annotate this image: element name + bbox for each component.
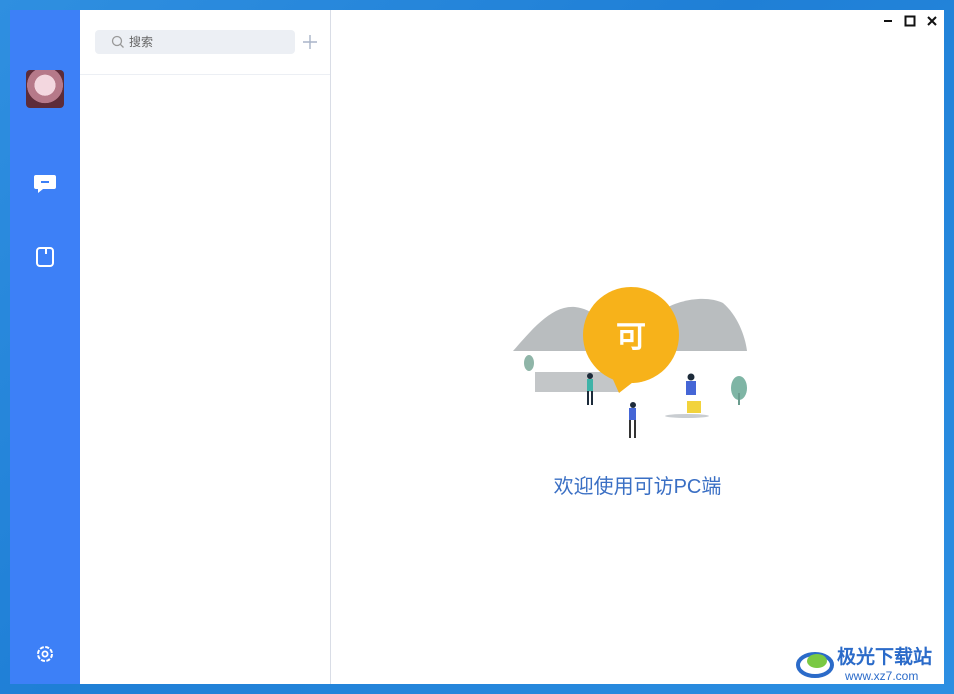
watermark-title: 极光下载站 — [837, 646, 933, 668]
welcome-illustration: 可 — [513, 287, 747, 438]
search-icon — [111, 35, 124, 48]
conversation-list-panel — [80, 10, 331, 684]
avatar[interactable] — [26, 70, 64, 108]
sidebar — [10, 10, 80, 684]
gear-icon[interactable] — [32, 641, 58, 667]
watermark-logo-icon — [796, 652, 834, 678]
search-input[interactable] — [127, 34, 291, 50]
close-icon[interactable] — [924, 13, 940, 29]
contacts-icon[interactable] — [32, 244, 58, 270]
chat-bubble-icon[interactable] — [32, 169, 58, 195]
minimize-icon[interactable] — [880, 13, 896, 29]
welcome-text: 欢迎使用可访PC端 — [553, 476, 722, 498]
plus-icon[interactable] — [299, 30, 321, 54]
watermark: 极光下载站 www.xz7.com — [795, 640, 950, 690]
window-controls — [880, 13, 940, 29]
search-bar — [80, 10, 330, 75]
logo-char: 可 — [616, 320, 646, 355]
search-box[interactable] — [95, 30, 295, 54]
watermark-url: www.xz7.com — [845, 669, 919, 683]
maximize-icon[interactable] — [902, 13, 918, 29]
main-content: 可 欢迎使用可访PC端 — [331, 10, 944, 684]
app-window: 可 欢迎使用可访PC端 — [10, 10, 944, 684]
